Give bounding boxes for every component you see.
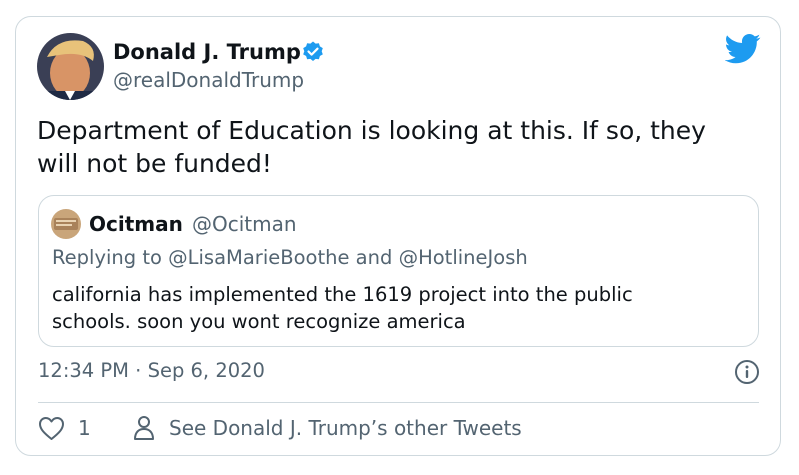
reply-mention-link[interactable]: @HotlineJosh [399, 246, 528, 269]
avatar[interactable] [37, 33, 104, 100]
tweet-text-line: Department of Education is looking at th… [37, 116, 706, 145]
divider [38, 402, 759, 403]
quoted-text-line: california has implemented the 1619 proj… [52, 283, 633, 306]
author-name[interactable]: Donald J. Trump [113, 40, 301, 64]
quoted-author-handle[interactable]: @Ocitman [192, 212, 297, 236]
quoted-text-line: schools. soon you wont recognize america [52, 310, 466, 333]
tweet-text-line: will not be funded! [37, 149, 272, 178]
verified-badge-icon [301, 40, 325, 64]
quoted-author-name[interactable]: Ocitman [89, 212, 183, 236]
person-icon[interactable] [133, 415, 155, 441]
like-count[interactable]: 1 [78, 416, 91, 440]
reply-and: and [349, 246, 399, 269]
tweet-timestamp[interactable]: 12:34 PM · Sep 6, 2020 [38, 359, 265, 382]
quoted-avatar[interactable] [51, 209, 81, 239]
heart-icon[interactable] [38, 416, 65, 441]
quoted-tweet-text: california has implemented the 1619 proj… [52, 281, 732, 335]
twitter-bird-icon[interactable] [724, 34, 761, 64]
reply-mention-link[interactable]: @LisaMarieBoothe [168, 246, 349, 269]
info-icon[interactable] [734, 359, 760, 385]
reply-context: Replying to @LisaMarieBoothe and @Hotlin… [52, 246, 528, 269]
see-other-tweets-link[interactable]: See Donald J. Trump’s other Tweets [169, 416, 522, 440]
reply-prefix: Replying to [52, 246, 169, 269]
tweet-text: Department of Education is looking at th… [37, 114, 757, 180]
author-handle[interactable]: @realDonaldTrump [113, 68, 304, 92]
